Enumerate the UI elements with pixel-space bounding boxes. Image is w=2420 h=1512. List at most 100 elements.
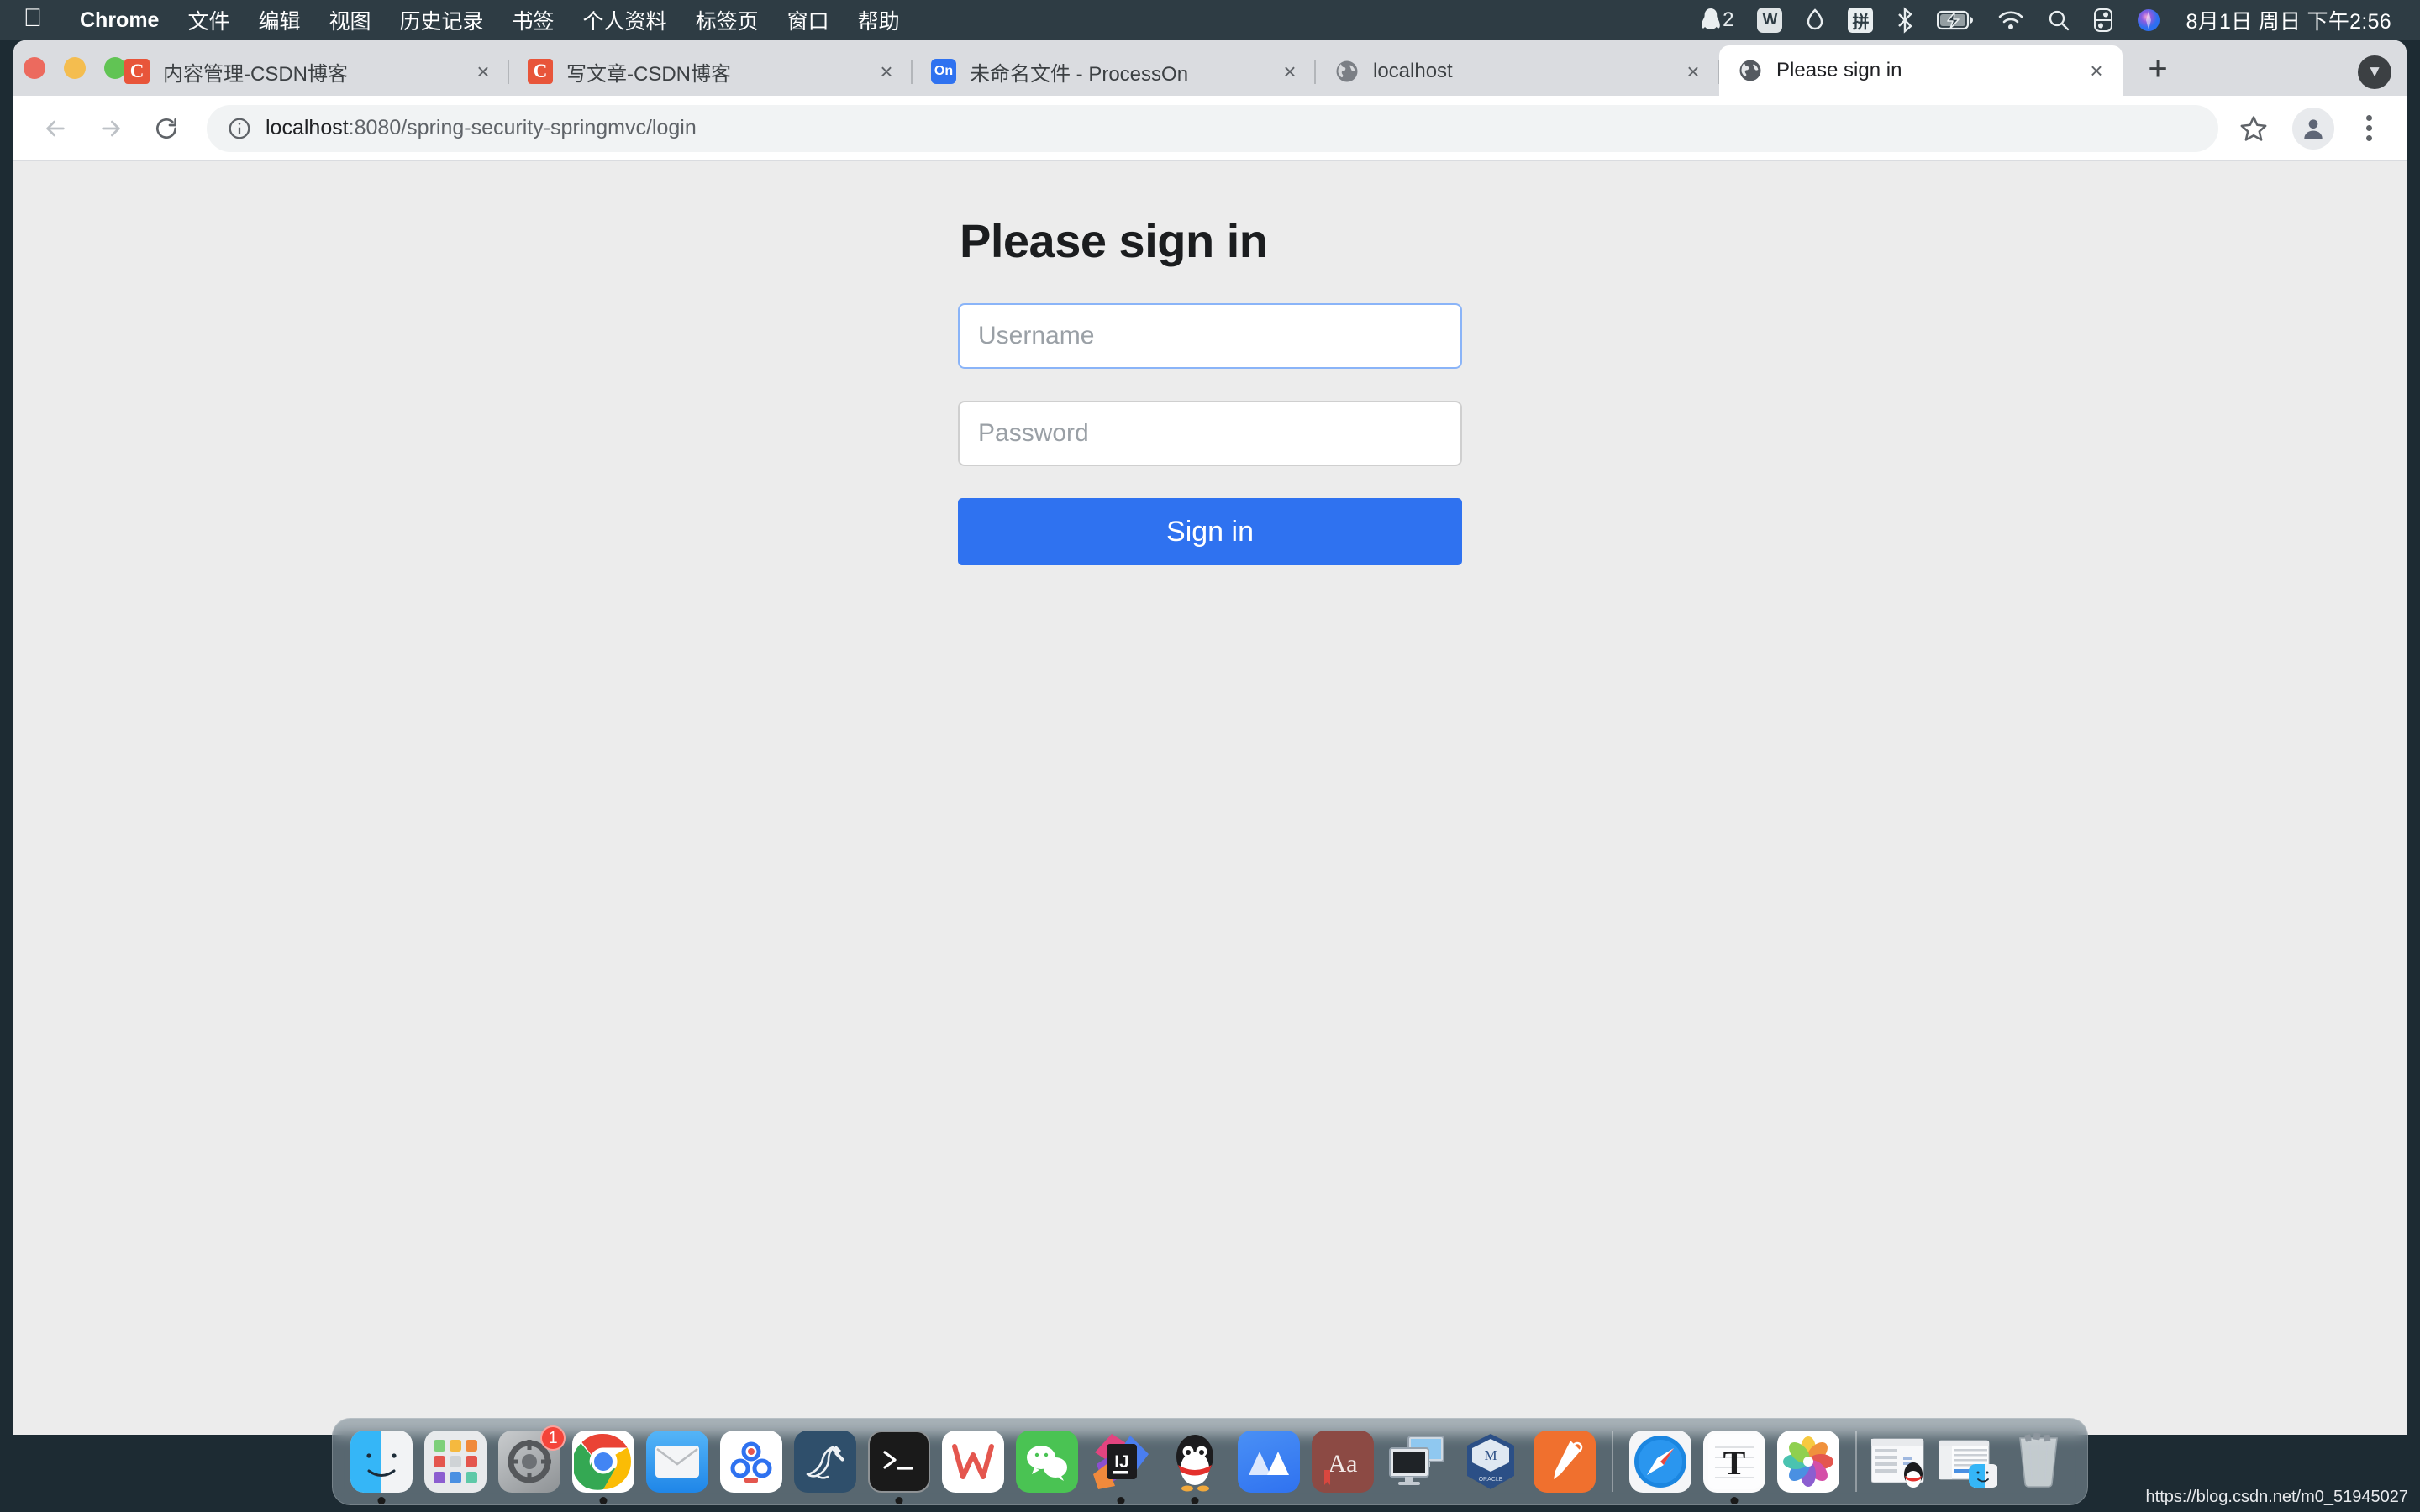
dock-item-chrome[interactable]: [571, 1429, 636, 1504]
dock-item-mindmaster[interactable]: [1236, 1429, 1302, 1494]
terminal-icon: [868, 1431, 930, 1493]
tab-list: C 内容管理-CSDN博客 × C 写文章-CSDN博客 × On 未命名文件 …: [106, 40, 2181, 96]
menu-window[interactable]: 窗口: [773, 5, 844, 35]
screen-sharing-icon: [1386, 1431, 1448, 1493]
dock-item-safari[interactable]: [1628, 1429, 1693, 1494]
menu-chrome[interactable]: Chrome: [66, 8, 173, 33]
password-input[interactable]: Password: [958, 401, 1462, 466]
menu-view[interactable]: 视图: [315, 5, 386, 35]
minimize-window-button[interactable]: [64, 57, 86, 79]
tab-title: localhost: [1373, 60, 1453, 82]
menu-bookmarks[interactable]: 书签: [498, 5, 569, 35]
password-placeholder: Password: [978, 419, 1089, 447]
tab-write-article[interactable]: C 写文章-CSDN博客 ×: [509, 47, 913, 96]
tab-close-button[interactable]: ×: [469, 57, 497, 86]
toolbar-right-actions: [2230, 105, 2388, 152]
macos-dock: 1 IJ Aa M ORACLE T: [332, 1418, 2088, 1505]
dock-item-baidu-netdisk[interactable]: [718, 1429, 784, 1494]
tab-close-button[interactable]: ×: [1276, 57, 1304, 86]
pinyin-input-icon[interactable]: 拼: [1836, 0, 1885, 40]
menu-edit[interactable]: 编辑: [244, 5, 314, 35]
dock-item-wps-office[interactable]: [940, 1429, 1006, 1494]
new-tab-button[interactable]: +: [2134, 45, 2181, 92]
minimized-qq-window[interactable]: [1870, 1436, 1931, 1488]
svg-text:IJ: IJ: [1114, 1452, 1129, 1472]
running-indicator: [1117, 1497, 1125, 1504]
menu-profile[interactable]: 个人资料: [569, 5, 681, 35]
apple-logo-icon[interactable]: : [18, 3, 47, 34]
username-input[interactable]: Username: [958, 303, 1462, 369]
wechat-icon: [1016, 1431, 1078, 1493]
url-text: localhost:8080/spring-security-springmvc…: [266, 116, 697, 140]
dock-item-textedit[interactable]: T: [1702, 1429, 1767, 1504]
menu-file[interactable]: 文件: [173, 5, 244, 35]
trash-icon: [2007, 1431, 2070, 1493]
tab-localhost[interactable]: localhost ×: [1316, 47, 1719, 96]
finder-icon: [350, 1431, 413, 1493]
dock-item-wechat[interactable]: [1014, 1429, 1080, 1494]
url-path: :8080/spring-security-springmvc/login: [348, 116, 697, 139]
wps-icon[interactable]: W: [1745, 0, 1794, 40]
dock-item-screen-sharing[interactable]: [1384, 1429, 1449, 1494]
dock-item-intellij-idea[interactable]: IJ: [1088, 1429, 1154, 1504]
mysql-workbench-icon: [794, 1431, 856, 1493]
menu-history[interactable]: 历史记录: [386, 5, 498, 35]
dock-item-terminal[interactable]: [866, 1429, 932, 1504]
dock-item-virtualbox[interactable]: M ORACLE: [1458, 1429, 1523, 1494]
tab-search-button[interactable]: ▼: [2358, 55, 2391, 89]
menu-help[interactable]: 帮助: [844, 5, 914, 35]
siri-icon[interactable]: [2125, 0, 2172, 40]
dock-item-photos[interactable]: [1776, 1429, 1841, 1494]
tab-content-management[interactable]: C 内容管理-CSDN博客 ×: [106, 47, 509, 96]
wifi-icon[interactable]: [1986, 0, 2036, 40]
dropbox-icon[interactable]: [1794, 0, 1836, 40]
dock-item-screwdriver-tool[interactable]: [1532, 1429, 1597, 1494]
minimized-finder-window[interactable]: [1938, 1436, 1998, 1488]
dock-item-mail[interactable]: [644, 1429, 710, 1494]
qq-icon[interactable]: 2: [1688, 0, 1745, 40]
running-indicator: [377, 1497, 386, 1504]
page-title: Please sign in: [960, 214, 1268, 267]
tab-please-sign-in[interactable]: Please sign in ×: [1719, 45, 2123, 96]
menu-dot: [2365, 135, 2372, 141]
dock-item-qq[interactable]: [1162, 1429, 1228, 1504]
chrome-menu-button[interactable]: [2349, 105, 2388, 152]
dock-item-mysql-workbench[interactable]: [792, 1429, 858, 1494]
bluetooth-icon[interactable]: [1885, 0, 1925, 40]
menu-dot: [2365, 115, 2372, 121]
dock-item-launchpad[interactable]: [423, 1429, 488, 1494]
menu-tabs[interactable]: 标签页: [681, 5, 773, 35]
profile-avatar[interactable]: [2292, 107, 2334, 150]
dock-item-dictionary[interactable]: Aa: [1310, 1429, 1376, 1494]
dock-item-system-preferences[interactable]: 1: [497, 1425, 566, 1494]
bookmark-star-icon[interactable]: [2230, 105, 2277, 152]
tab-close-button[interactable]: ×: [872, 57, 901, 86]
back-button[interactable]: [32, 105, 79, 152]
battery-charging-icon[interactable]: [1925, 0, 1986, 40]
signin-button[interactable]: Sign in: [958, 498, 1462, 565]
signin-form: Please sign in Username Password Sign in: [958, 213, 1462, 565]
dock-divider: [1612, 1431, 1613, 1492]
address-bar[interactable]: localhost:8080/spring-security-springmvc…: [207, 104, 2218, 152]
reload-button[interactable]: [143, 105, 190, 152]
tab-close-button[interactable]: ×: [1679, 57, 1707, 86]
site-info-icon[interactable]: [225, 114, 254, 143]
forward-button[interactable]: [87, 105, 134, 152]
close-window-button[interactable]: [24, 57, 45, 79]
menubar-clock[interactable]: 8月1日 周日 下午2:56: [2172, 5, 2396, 35]
dock-item-finder[interactable]: [349, 1429, 414, 1504]
virtualbox-icon: M ORACLE: [1460, 1431, 1522, 1493]
status-bar-link: https://blog.csdn.net/m0_51945027: [2145, 1488, 2408, 1506]
photos-icon: [1777, 1431, 1839, 1493]
tab-title: 内容管理-CSDN博客: [163, 62, 348, 86]
mail-icon: [646, 1431, 708, 1493]
menu-dot: [2365, 125, 2372, 131]
spotlight-search-icon[interactable]: [2036, 0, 2081, 40]
tab-processon[interactable]: On 未命名文件 - ProcessOn ×: [913, 47, 1316, 96]
url-host: localhost: [266, 116, 349, 139]
dock-item-trash[interactable]: [2006, 1429, 2071, 1494]
tab-close-button[interactable]: ×: [2082, 56, 2111, 85]
intellij-idea-icon: IJ: [1090, 1431, 1152, 1493]
control-center-icon[interactable]: [2081, 0, 2125, 40]
qq-icon: [1164, 1431, 1226, 1493]
